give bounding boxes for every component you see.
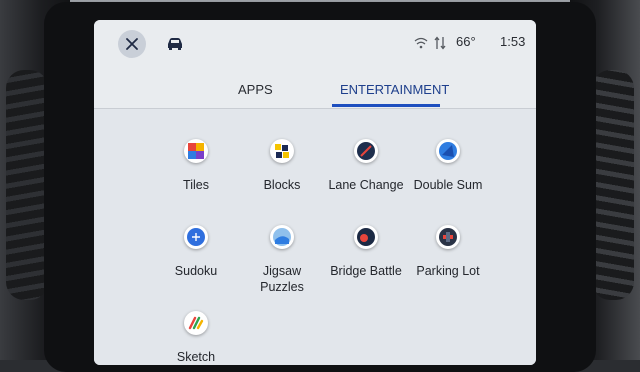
app-label: Parking Lot: [416, 264, 480, 278]
lane-change-icon: [354, 139, 378, 163]
app-sketch[interactable]: Sketch: [146, 311, 246, 365]
blocks-icon: [270, 139, 294, 163]
app-label: Sketch: [176, 350, 216, 364]
infotainment-screen: 66° 1:53 APPS ENTERTAINMENT Tiles Blocks…: [94, 20, 536, 365]
app-grid: Tiles Blocks Lane Change Double Sum Sudo…: [94, 109, 536, 365]
jigsaw-puzzles-icon: [270, 225, 294, 249]
right-air-vent: [592, 70, 634, 300]
tab-bar: APPS ENTERTAINMENT: [94, 68, 536, 109]
data-transfer-icon: [434, 36, 446, 50]
wifi-icon: [414, 37, 428, 49]
parking-lot-icon: [436, 225, 460, 249]
outside-temperature: 66°: [456, 34, 476, 49]
app-label: Tiles: [183, 178, 209, 192]
close-icon: [126, 38, 138, 50]
app-double-sum[interactable]: Double Sum: [398, 139, 498, 193]
tab-entertainment[interactable]: ENTERTAINMENT: [340, 82, 449, 97]
double-sum-icon: [436, 139, 460, 163]
car-icon[interactable]: [166, 36, 184, 50]
status-bar: 66° 1:53: [94, 20, 536, 68]
clock: 1:53: [500, 34, 526, 49]
bridge-battle-icon: [354, 225, 378, 249]
sudoku-icon: [184, 225, 208, 249]
tiles-icon: [184, 139, 208, 163]
app-parking-lot[interactable]: Parking Lot: [398, 225, 498, 279]
app-sudoku[interactable]: Sudoku: [146, 225, 246, 279]
app-tiles[interactable]: Tiles: [146, 139, 246, 193]
sketch-icon: [184, 311, 208, 335]
app-label: Double Sum: [413, 178, 483, 192]
close-button[interactable]: [118, 30, 146, 58]
tab-apps[interactable]: APPS: [238, 82, 273, 97]
app-label: Sudoku: [174, 264, 218, 278]
left-air-vent: [6, 70, 48, 300]
selected-tab-indicator: [332, 104, 440, 107]
